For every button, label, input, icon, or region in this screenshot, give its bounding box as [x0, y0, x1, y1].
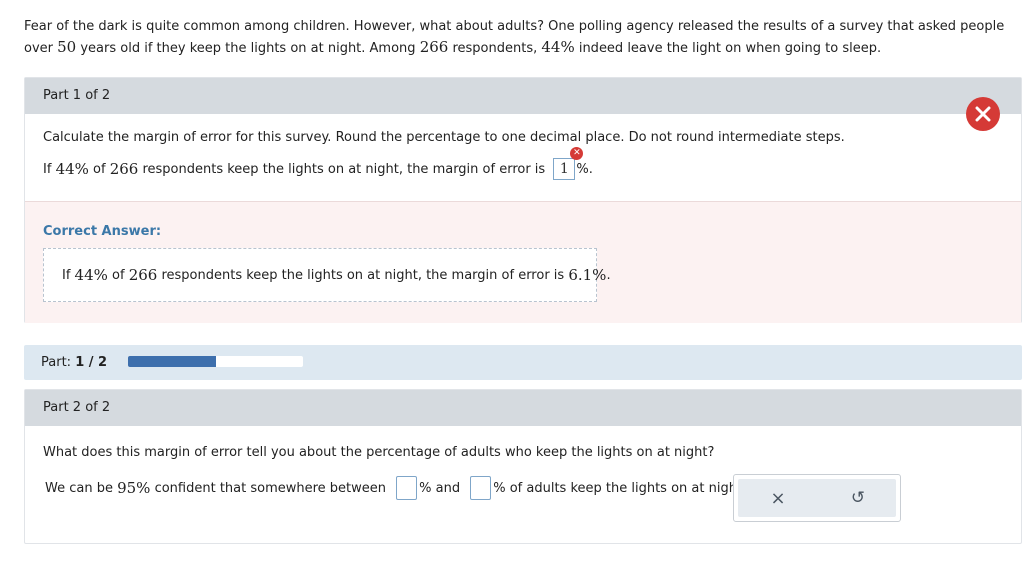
x-mark-icon: ✕ [570, 147, 584, 160]
progress-bar [128, 356, 303, 367]
part-1-card: Part 1 of 2 Calculate the margin of erro… [24, 77, 1022, 323]
undo-icon: ↺ [850, 488, 866, 508]
part-2-answer-statement: We can be 95% confident that somewhere b… [45, 476, 746, 500]
intro-respondents: 266 [419, 38, 449, 56]
intro-text: years old if they keep the lights on at … [76, 41, 420, 56]
undo-button[interactable]: ↺ [838, 479, 878, 517]
upper-bound-input[interactable] [470, 476, 492, 500]
progress-bar-fill [128, 356, 216, 367]
intro-percent: 44% [541, 38, 575, 56]
incorrect-close-icon[interactable] [966, 97, 1000, 131]
correct-answer-box: If 44% of 266 respondents keep the light… [43, 248, 611, 302]
intro-text: respondents, [448, 41, 542, 56]
intro-text: indeed leave the light on when going to … [574, 41, 882, 56]
answer-tools: × ↺ [733, 474, 901, 522]
progress-label: Part: 1 / 2 [41, 355, 108, 370]
clear-button[interactable]: × [758, 479, 798, 517]
lower-bound-input[interactable] [396, 476, 418, 500]
margin-of-error-input[interactable]: 1 ✕ [553, 147, 584, 180]
correct-answer-value: 6.1% [568, 266, 607, 284]
intro-age: 50 [57, 38, 77, 56]
clear-x-icon: × [770, 487, 786, 509]
correct-answer-label: Correct Answer: [43, 224, 162, 239]
correct-answer-panel: Correct Answer: If 44% of 266 respondent… [25, 201, 1021, 323]
part-2-question: What does this margin of error tell you … [43, 445, 715, 460]
part-2-header: Part 2 of 2 [25, 390, 1021, 426]
problem-statement: Fear of the dark is quite common among c… [24, 16, 1009, 59]
part-1-answer-statement: If 44% of 266 respondents keep the light… [43, 147, 593, 180]
part-1-header: Part 1 of 2 [25, 78, 1021, 114]
part-progress: Part: 1 / 2 [24, 345, 1022, 380]
answer-tools-bar: × ↺ [738, 479, 896, 517]
part-1-question: Calculate the margin of error for this s… [43, 130, 845, 145]
